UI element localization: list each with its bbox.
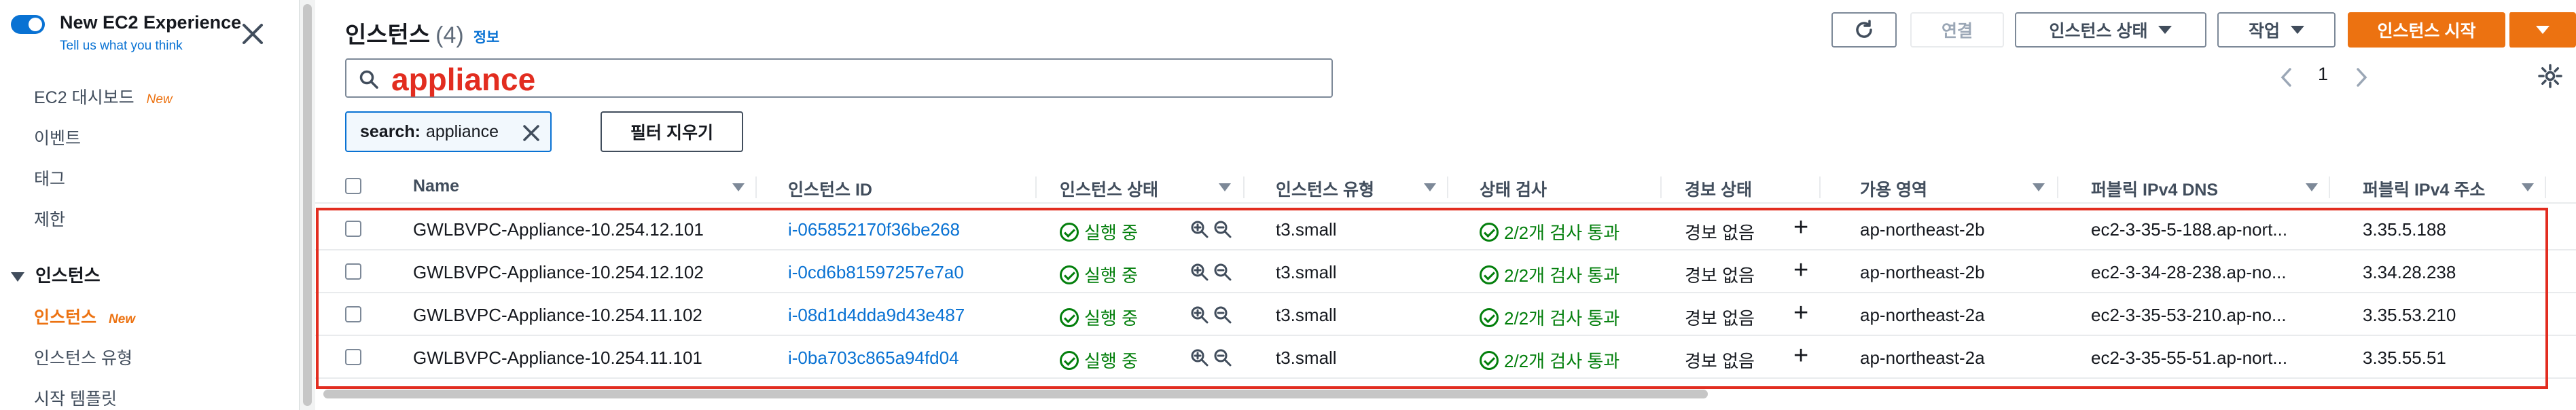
sort-icon[interactable] <box>2306 183 2318 191</box>
chevron-right-icon[interactable] <box>2353 67 2369 88</box>
actions-button[interactable]: 작업 <box>2217 12 2336 48</box>
gear-icon[interactable] <box>2538 64 2562 88</box>
sidebar-item-label: 태그 <box>34 170 66 189</box>
close-icon[interactable] <box>522 124 541 143</box>
column-header-name[interactable]: Name <box>413 176 459 196</box>
sidebar-item-tags[interactable]: 태그 <box>34 166 65 190</box>
caret-down-icon <box>2291 26 2304 34</box>
connect-label: 연결 <box>1941 22 1973 41</box>
instance-state-label: 인스턴스 상태 <box>2049 22 2148 41</box>
main-panel: 인스턴스 (4) 정보 연결 인스턴스 상태 작업 인스턴스 시작 applianc… <box>315 0 2576 410</box>
highlight-box <box>316 208 2548 389</box>
sidebar-item-label: EC2 대시보드 <box>34 88 135 107</box>
sort-icon[interactable] <box>2522 183 2534 191</box>
column-divider[interactable] <box>1660 176 1662 198</box>
column-divider[interactable] <box>2545 176 2546 198</box>
column-header-instance-type[interactable]: 인스턴스 유형 <box>1276 176 1374 201</box>
sidebar-item-label: 시작 템플릿 <box>34 390 117 409</box>
sidebar-item-events[interactable]: 이벤트 <box>34 125 81 149</box>
column-header-instance-id[interactable]: 인스턴스 ID <box>788 176 872 201</box>
feedback-link[interactable]: Tell us what you think <box>60 39 183 54</box>
clear-filters-button[interactable]: 필터 지우기 <box>601 111 743 152</box>
horizontal-scrollbar[interactable] <box>323 390 1708 398</box>
sidebar-scrollbar[interactable] <box>299 0 315 410</box>
table-header: Name 인스턴스 ID 인스턴스 상태 인스턴스 유형 상태 검사 경보 상태… <box>315 171 2576 204</box>
sidebar-item-launch-templates[interactable]: 시작 템플릿 <box>34 386 117 410</box>
connect-button[interactable]: 연결 <box>1910 12 2004 48</box>
close-icon[interactable] <box>241 22 264 45</box>
sidebar-item-instance-types[interactable]: 인스턴스 유형 <box>34 345 132 369</box>
column-header-alarm-status[interactable]: 경보 상태 <box>1685 176 1752 201</box>
info-link[interactable]: 정보 <box>473 30 500 45</box>
column-divider[interactable] <box>1447 176 1448 198</box>
sort-icon[interactable] <box>732 183 745 191</box>
column-header-public-dns[interactable]: 퍼블릭 IPv4 DNS <box>2091 176 2218 201</box>
caret-down-icon <box>2536 26 2550 34</box>
token-value: appliance <box>425 122 499 141</box>
sidebar-item-instances[interactable]: 인스턴스 New <box>34 304 135 329</box>
search-query: appliance <box>391 62 536 97</box>
column-header-status-check[interactable]: 상태 검사 <box>1480 176 1547 201</box>
experience-title: New EC2 Experience <box>60 12 242 33</box>
clear-filters-label: 필터 지우기 <box>630 124 713 143</box>
sort-icon[interactable] <box>1424 183 1436 191</box>
column-divider[interactable] <box>2329 176 2330 198</box>
refresh-icon <box>1856 20 1872 38</box>
column-divider[interactable] <box>755 176 757 198</box>
instance-count: (4) <box>435 22 464 48</box>
new-experience-toggle[interactable] <box>11 15 45 34</box>
column-divider[interactable] <box>1243 176 1245 198</box>
refresh-button[interactable] <box>1831 12 1897 48</box>
section-title: 인스턴스 <box>35 265 101 286</box>
sidebar-item-label: 인스턴스 <box>34 308 97 327</box>
column-header-public-ipv4[interactable]: 퍼블릭 IPv4 주소 <box>2363 176 2485 201</box>
sidebar: New EC2 Experience Tell us what you thin… <box>0 0 299 410</box>
new-badge: New <box>109 312 136 327</box>
token-key: search: <box>360 122 421 141</box>
sidebar-item-ec2-dashboard[interactable]: EC2 대시보드 New <box>34 84 173 109</box>
sidebar-item-limits[interactable]: 제한 <box>34 206 65 231</box>
column-divider[interactable] <box>1035 176 1037 198</box>
select-all-checkbox[interactable] <box>345 178 361 194</box>
column-header-availability-zone[interactable]: 가용 영역 <box>1860 176 1927 201</box>
new-badge: New <box>146 92 173 107</box>
launch-label: 인스턴스 시작 <box>2377 22 2476 41</box>
toggle-knob <box>29 18 42 31</box>
page-number[interactable]: 1 <box>2318 64 2328 85</box>
sort-icon[interactable] <box>2033 183 2045 191</box>
chevron-left-icon[interactable] <box>2278 67 2295 88</box>
launch-dropdown-button[interactable] <box>2508 12 2576 48</box>
search-icon <box>359 70 378 89</box>
sidebar-section-instances[interactable]: 인스턴스 <box>11 262 101 287</box>
launch-instances-button[interactable]: 인스턴스 시작 <box>2348 12 2505 48</box>
page-title: 인스턴스 (4) 정보 <box>345 16 499 50</box>
sidebar-item-label: 제한 <box>34 210 66 229</box>
sidebar-item-label: 인스턴스 유형 <box>34 349 132 368</box>
column-header-instance-state[interactable]: 인스턴스 상태 <box>1060 176 1158 201</box>
column-divider[interactable] <box>1819 176 1821 198</box>
search-input[interactable]: appliance <box>345 58 1333 98</box>
sort-icon[interactable] <box>1219 183 1231 191</box>
filter-token: search: appliance <box>345 111 552 152</box>
scrollbar-thumb[interactable] <box>303 4 312 406</box>
title-text: 인스턴스 <box>345 22 431 48</box>
caret-down-icon <box>11 272 24 282</box>
instance-state-button[interactable]: 인스턴스 상태 <box>2015 12 2206 48</box>
sidebar-item-label: 이벤트 <box>34 129 82 148</box>
column-divider[interactable] <box>2057 176 2058 198</box>
caret-down-icon <box>2158 26 2172 34</box>
actions-label: 작업 <box>2248 22 2280 41</box>
